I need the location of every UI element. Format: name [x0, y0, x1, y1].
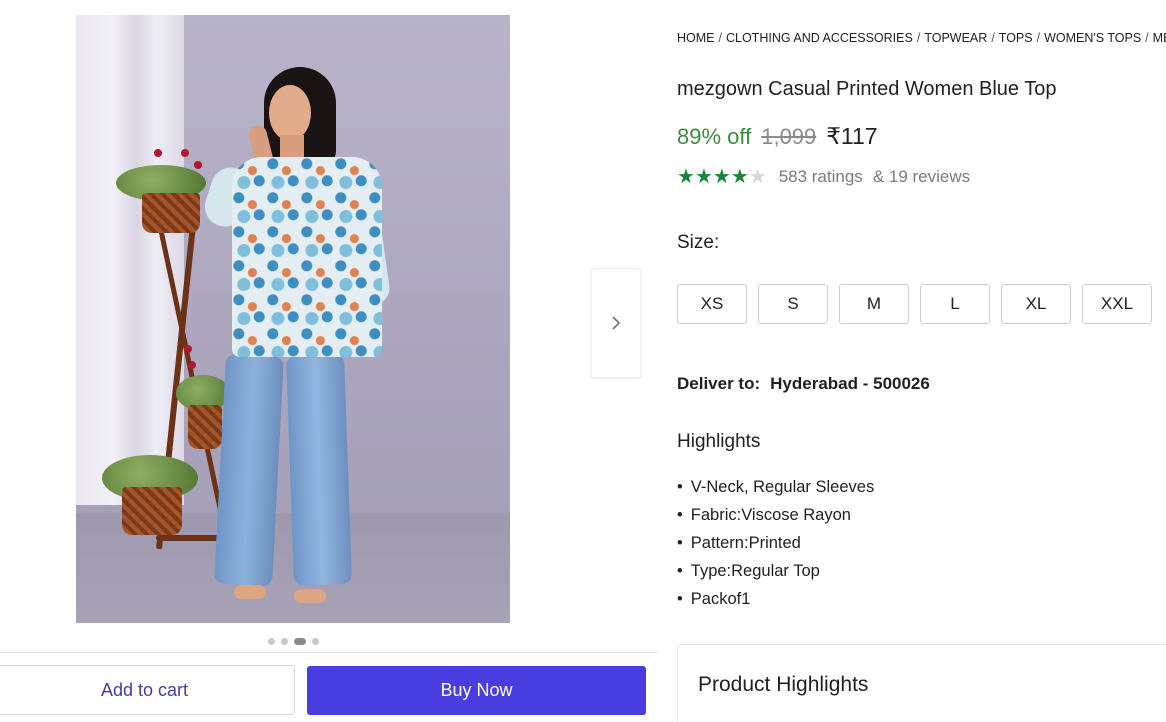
delivery-location: Hyderabad - 500026 [770, 374, 930, 393]
breadcrumb-topwear[interactable]: TOPWEAR [924, 31, 987, 45]
carousel-next-button[interactable] [591, 268, 641, 378]
pot-top [142, 193, 200, 233]
pot-middle [188, 405, 222, 449]
breadcrumb-separator: / [1145, 31, 1149, 45]
flower [184, 345, 192, 353]
breadcrumb: HOME / CLOTHING AND ACCESSORIES / TOPWEAR / TO… [677, 31, 1166, 45]
model-jeans-right [286, 354, 352, 586]
discount-percent: 89% off [677, 124, 752, 149]
gallery-dot[interactable] [312, 638, 319, 645]
model-jeans-left [214, 353, 284, 587]
model-foot [294, 589, 326, 603]
add-to-cart-button[interactable]: Add to cart [0, 665, 295, 715]
size-option-xl[interactable]: XL [1001, 284, 1071, 324]
highlights-list: V-Neck, Regular Sleeves Fabric:Viscose R… [677, 476, 874, 616]
size-option-xs[interactable]: XS [677, 284, 747, 324]
highlight-item: Packof1 [677, 588, 874, 616]
breadcrumb-separator: / [916, 31, 921, 45]
pot-bottom [122, 487, 182, 535]
highlight-item: Pattern:Printed [677, 532, 874, 560]
model-foot [234, 585, 266, 599]
flower [188, 361, 196, 369]
breadcrumb-separator: / [1036, 31, 1041, 45]
breadcrumb-tops[interactable]: TOPS [999, 31, 1033, 45]
gallery-dot[interactable] [294, 638, 306, 645]
gallery-dot[interactable] [268, 638, 275, 645]
highlight-item: V-Neck, Regular Sleeves [677, 476, 874, 504]
action-bar: Add to cart Buy Now [0, 652, 658, 722]
star-full-icon: ★ [730, 166, 749, 188]
rating-stars: ★★★★★ [677, 164, 767, 189]
breadcrumb-separator: / [991, 31, 995, 45]
ratings-count[interactable]: 583 ratings [779, 167, 863, 187]
breadcrumb-womens-tops[interactable]: WOMEN'S TOPS [1044, 31, 1141, 45]
product-highlights-section[interactable]: Product Highlights [677, 644, 1166, 722]
size-option-l[interactable]: L [920, 284, 990, 324]
breadcrumb-separator: / [718, 31, 722, 45]
chevron-right-icon [612, 316, 621, 330]
highlights-title: Highlights [677, 431, 761, 452]
size-label: Size: [677, 232, 720, 253]
breadcrumb-clothing[interactable]: CLOTHING AND ACCESSORIES [726, 31, 913, 45]
star-full-icon: ★ [694, 166, 713, 188]
highlight-item: Fabric:Viscose Rayon [677, 504, 874, 532]
flower [181, 149, 189, 157]
buy-now-button[interactable]: Buy Now [307, 666, 646, 715]
size-options: XS S M L XL XXL [677, 284, 1152, 324]
product-highlights-title: Product Highlights [698, 673, 869, 696]
delivery-label: Deliver to: [677, 374, 761, 393]
original-price: 1,099 [761, 124, 817, 149]
delivery-info[interactable]: Deliver to: Hyderabad - 500026 [677, 374, 930, 394]
star-full-icon: ★ [712, 166, 731, 188]
size-option-m[interactable]: M [839, 284, 909, 324]
star-empty-icon: ★ [748, 166, 767, 188]
star-full-icon: ★ [677, 166, 695, 188]
flower [154, 149, 162, 157]
gallery-dots[interactable] [268, 638, 319, 645]
size-option-s[interactable]: S [758, 284, 828, 324]
product-title: mezgown Casual Printed Women Blue Top [677, 78, 1057, 100]
product-image[interactable] [76, 15, 510, 623]
model-face [269, 85, 311, 141]
breadcrumb-current[interactable]: ME [1153, 31, 1166, 45]
reviews-count[interactable]: & 19 reviews [873, 167, 970, 187]
model-printed-top [232, 157, 382, 357]
selling-price: ₹117 [826, 123, 878, 149]
gallery-dot[interactable] [281, 638, 288, 645]
rating-row: ★★★★★ 583 ratings & 19 reviews [677, 164, 970, 189]
breadcrumb-home[interactable]: HOME [677, 31, 715, 45]
highlight-item: Type:Regular Top [677, 560, 874, 588]
size-option-xxl[interactable]: XXL [1082, 284, 1152, 324]
price-row: 89% off 1,099 ₹117 [677, 123, 878, 150]
flower [194, 161, 202, 169]
